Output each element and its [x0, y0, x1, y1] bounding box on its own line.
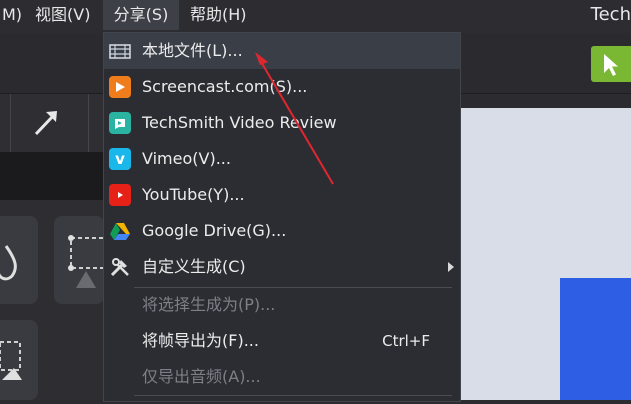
menu-item-video-review[interactable]: TechSmith Video Review: [104, 105, 460, 141]
menu-item-youtube[interactable]: YouTube(Y)...: [104, 177, 460, 213]
menu-share[interactable]: 分享(S): [103, 0, 179, 30]
menu-view[interactable]: 视图(V): [33, 0, 92, 30]
asset-tile[interactable]: [0, 216, 38, 304]
menu-item-produce-selection: 将选择生成为(P)...: [142, 295, 276, 314]
drop-shape-icon: [0, 245, 17, 281]
shortcut-label: Ctrl+F: [382, 332, 430, 350]
menu-help[interactable]: 帮助(H): [190, 0, 247, 30]
menu-item-screencast[interactable]: Screencast.com(S)...: [104, 69, 460, 105]
screencast-icon: [109, 76, 131, 98]
menu-item-export-audio: 仅导出音频(A)...: [142, 367, 261, 386]
menu-item-local-file[interactable]: 本地文件(L)...: [104, 33, 460, 69]
menu-item-google-drive[interactable]: Google Drive(G)...: [104, 213, 460, 249]
menu-item-vimeo[interactable]: v Vimeo(V)...: [104, 141, 460, 177]
tool-divider: [10, 94, 11, 152]
brand-title: Tech: [590, 4, 631, 25]
submenu-arrow-icon: [448, 262, 454, 272]
image-placeholder-icon: [68, 235, 112, 288]
shape-placeholder-icon: [0, 341, 22, 380]
asset-tile[interactable]: [0, 320, 38, 400]
film-icon: [109, 40, 131, 62]
menu-separator: [134, 395, 452, 396]
menu-edit-partial[interactable]: M): [0, 0, 24, 30]
vimeo-icon: v: [109, 148, 131, 170]
select-tool-button[interactable]: [591, 46, 631, 82]
google-drive-icon: [109, 220, 131, 242]
asset-tile[interactable]: [54, 216, 112, 304]
tools-icon: [109, 256, 131, 278]
youtube-icon: [109, 184, 131, 206]
tool-divider: [88, 94, 89, 152]
panel-header-strip: [0, 152, 104, 200]
menu-bar: M) 视图(V) 分享(S) 帮助(H) Tech: [0, 0, 631, 33]
diagonal-arrow-icon: [34, 111, 57, 136]
arrow-tool-button[interactable]: [22, 100, 70, 146]
video-review-icon: [109, 112, 131, 134]
cursor-icon: [604, 54, 618, 76]
menu-item-custom-production[interactable]: 自定义生成(C): [104, 249, 460, 285]
canvas-blue-shape: [560, 278, 631, 400]
share-menu: 本地文件(L)... Screencast.com(S)... TechSmit…: [103, 32, 461, 402]
menu-item-export-frame[interactable]: 将帧导出为(F)... Ctrl+F: [104, 323, 460, 359]
